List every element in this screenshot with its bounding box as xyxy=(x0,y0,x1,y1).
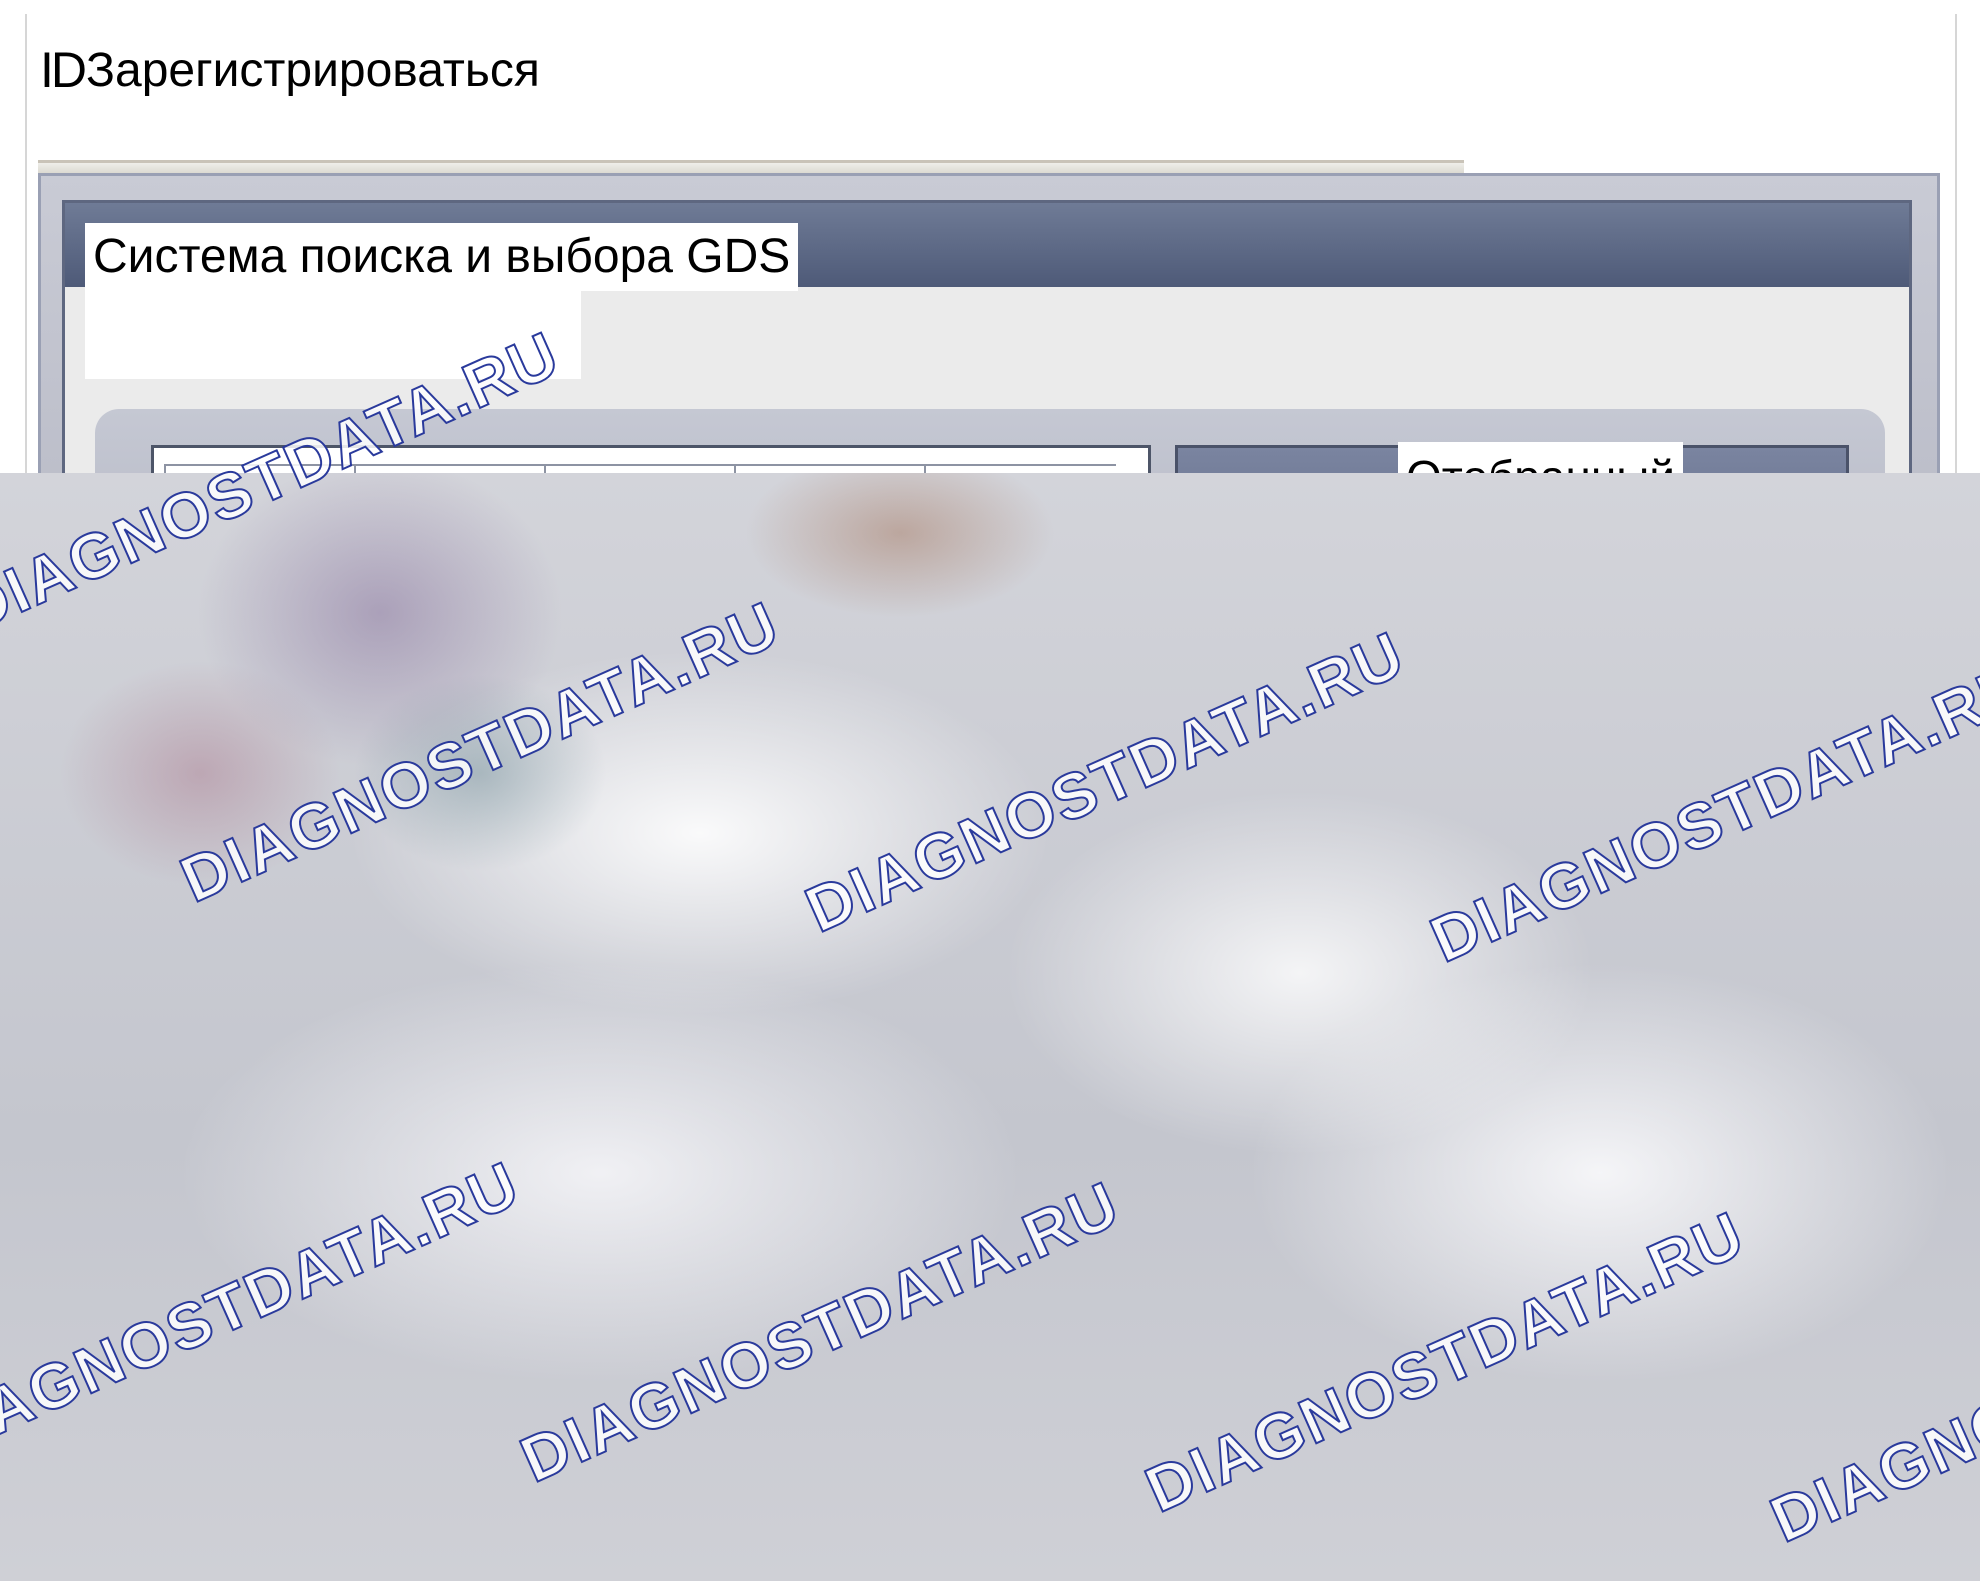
watermark: DIAGNOSTDATA.RU xyxy=(1759,1226,1980,1557)
watermark: DIAGNOSTDATA.RU xyxy=(509,1166,1131,1497)
id-label: ID xyxy=(40,42,87,98)
tab-strip xyxy=(38,160,1464,173)
screenshot-root: ID Зарегистрироваться Система поиска и в… xyxy=(0,0,1980,1581)
window-titlebar: Система поиска и выбора GDS xyxy=(65,203,1909,291)
window-title: Система поиска и выбора GDS xyxy=(85,223,799,291)
register-row[interactable]: ID Зарегистрироваться xyxy=(40,38,540,102)
watermark: DIAGNOSTDATA.RU xyxy=(0,1146,531,1477)
blurred-region: DIAGNOSTDATA.RU DIAGNOSTDATA.RU DIAGNOST… xyxy=(0,316,1980,1581)
watermark: DIAGNOSTDATA.RU xyxy=(1134,1196,1756,1527)
watermark: DIAGNOSTDATA.RU xyxy=(1419,646,1980,977)
watermark: DIAGNOSTDATA.RU xyxy=(169,586,791,917)
register-link[interactable]: Зарегистрироваться xyxy=(86,43,540,98)
watermark: DIAGNOSTDATA.RU xyxy=(794,616,1416,947)
